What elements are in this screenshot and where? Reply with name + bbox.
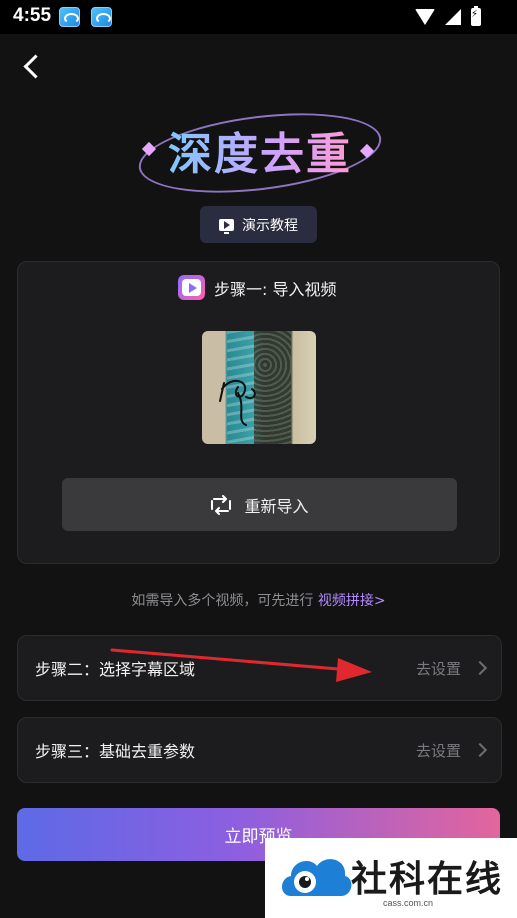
step1-card: 步骤一: 导入视频 重新导入 [17,261,500,564]
step2-action-label: 去设置 [415,659,461,678]
step2-row[interactable]: 步骤二：选择字幕区域 去设置 [18,636,501,700]
chevron-right-icon [472,660,488,676]
step1-header: 步骤一: 导入视频 [178,275,336,300]
reimport-button[interactable]: 重新导入 [62,478,457,531]
chevron-right-icon [472,742,488,758]
notification-app-icon [59,7,80,27]
reimport-label: 重新导入 [244,496,309,516]
multi-video-hint: 如需导入多个视频，可先进行 视频拼接> [0,590,517,610]
tutorial-label: 演示教程 [242,217,298,234]
cloud-logo-icon [282,859,352,896]
reimport-icon [211,494,232,515]
watermark-name: 社科在线 [351,859,504,900]
step2-action[interactable]: 去设置 [415,658,488,679]
status-time: 4:55 [13,5,52,26]
video-import-icon [178,275,205,300]
video-tutorial-icon [219,218,234,234]
status-indicators [415,6,481,26]
battery-charging-icon [471,6,481,26]
signal-icon [445,9,461,25]
step3-card[interactable]: 步骤三：基础去重参数 去设置 [17,717,502,783]
step2-card[interactable]: 步骤二：选择字幕区域 去设置 [17,635,502,701]
tutorial-button[interactable]: 演示教程 [200,206,317,243]
feature-logo: 深度去重 [130,101,390,205]
site-watermark: 社科在线 cass.com.cn [265,838,517,918]
video-thumbnail[interactable] [202,331,316,444]
step1-title: 步骤一: 导入视频 [214,279,337,299]
step3-action[interactable]: 去设置 [415,740,488,761]
step3-row[interactable]: 步骤三：基础去重参数 去设置 [18,718,501,782]
step2-title: 步骤二：选择字幕区域 [35,660,196,679]
watermark-url: cass.com.cn [383,898,434,908]
notification-app-icon [91,7,112,27]
logo-title: 深度去重 [168,118,352,182]
thumbnail-scribble [219,379,256,426]
status-bar: 4:55 [0,0,517,34]
step3-action-label: 去设置 [415,741,461,760]
back-button[interactable] [20,54,46,80]
hint-text: 如需导入多个视频，可先进行 [131,593,314,609]
video-merge-link[interactable]: 视频拼接> [318,593,386,609]
wifi-icon [415,9,435,25]
step3-title: 步骤三：基础去重参数 [35,742,196,761]
